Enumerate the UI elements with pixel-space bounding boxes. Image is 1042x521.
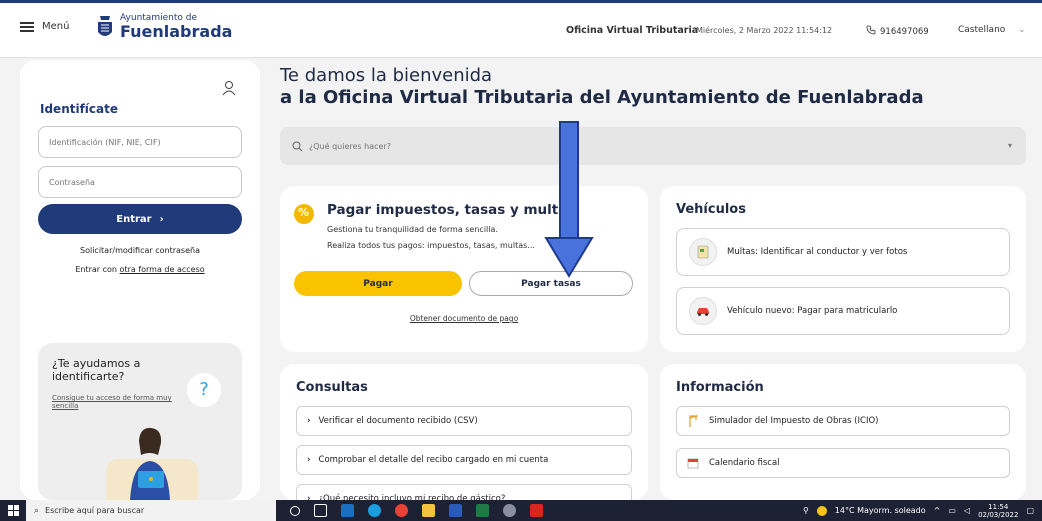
help-card: ¿Te ayudamos a identificarte? Consigue t… [38, 343, 242, 500]
outlook-icon[interactable] [341, 504, 354, 517]
vehicle-new-item[interactable]: Vehículo nuevo: Pagar para matricularlo [676, 287, 1010, 335]
info-item[interactable]: Simulador del Impuesto de Obras (ICIO) [676, 406, 1010, 436]
vehicles-title: Vehículos [676, 202, 746, 217]
id-input[interactable] [38, 126, 242, 158]
login-title: Identifícate [40, 102, 119, 116]
windows-taskbar: ⌕ Escribe aquí para buscar ⚲ 14°C Mayorm… [0, 500, 1042, 521]
calendar-icon [687, 458, 699, 469]
chevron-down-icon: ⌄ [1018, 25, 1026, 35]
search-icon [292, 141, 303, 151]
weather-icon [816, 505, 827, 516]
clock-date: 02/03/2022 [978, 510, 1019, 519]
people-icon[interactable]: ⚲ [803, 506, 809, 515]
enter-button[interactable]: Entrar › [38, 204, 242, 234]
hamburger-icon [20, 21, 34, 32]
consulta-label: Comprobar el detalle del recibo cargado … [318, 455, 549, 465]
header-datetime: Miércoles, 2 Marzo 2022 11:54:12 [696, 26, 833, 35]
consulta-item[interactable]: › Comprobar el detalle del recibo cargado… [296, 445, 632, 475]
welcome-line-1: Te damos la bienvenida [280, 65, 493, 86]
search-input[interactable] [309, 141, 909, 151]
vehicles-card: Vehículos Multas: Identificar al conduct… [660, 186, 1026, 352]
taskbar-search-placeholder: Escribe aquí para buscar [45, 506, 145, 515]
consulta-item[interactable]: › Verificar el documento recibido (CSV) [296, 406, 632, 436]
taskbar-clock[interactable]: 11:54 02/03/2022 [978, 503, 1018, 519]
help-link[interactable]: Consigue tu acceso de forma muy sencilla [52, 394, 172, 410]
enter-label: Entrar [116, 213, 152, 225]
chevron-right-icon: › [307, 455, 311, 465]
chevron-right-icon: › [159, 213, 164, 225]
other-access-prefix: Entrar con [75, 265, 120, 274]
consultas-title: Consultas [296, 380, 368, 395]
pay-button[interactable]: Pagar [294, 271, 462, 296]
language-selector[interactable]: Castellano ⌄ [958, 25, 1026, 35]
phone-icon [866, 25, 876, 35]
file-explorer-icon[interactable] [422, 504, 435, 517]
taskbar-search[interactable]: ⌕ Escribe aquí para buscar [26, 500, 276, 521]
word-icon[interactable] [449, 504, 462, 517]
pay-description-2: Realiza todos tus pagos: impuestos, tasa… [327, 241, 535, 250]
car-icon [689, 297, 717, 325]
network-icon[interactable]: ▭ [948, 506, 956, 515]
annotation-arrow-icon [544, 121, 594, 278]
weather-text[interactable]: 14°C Mayorm. soleado [835, 506, 926, 515]
chrome-icon[interactable] [395, 504, 408, 517]
menu-label: Menú [42, 21, 70, 32]
crane-icon [689, 415, 698, 427]
search-bar[interactable]: ▾ [280, 127, 1026, 165]
office-title: Oficina Virtual Tributaria [566, 25, 699, 36]
site-logo[interactable]: Ayuntamiento de Fuenlabrada [96, 13, 232, 41]
help-title: ¿Te ayudamos a identificarte? [52, 357, 141, 383]
phone-link[interactable]: 916497069 [866, 25, 929, 37]
acrobat-icon[interactable] [530, 504, 543, 517]
informacion-title: Información [676, 380, 764, 395]
other-access-row: Entrar con otra forma de acceso [20, 265, 260, 274]
task-view-icon[interactable] [314, 504, 327, 517]
info-item[interactable]: Calendario fiscal [676, 448, 1010, 478]
logo-title: Fuenlabrada [120, 22, 233, 41]
taskbar-apps [290, 504, 543, 517]
excel-icon[interactable] [476, 504, 489, 517]
windows-start-icon[interactable] [0, 500, 26, 521]
pay-description-1: Gestiona tu tranquilidad de forma sencil… [327, 225, 498, 234]
info-label: Simulador del Impuesto de Obras (ICIO) [709, 416, 879, 426]
search-icon: ⌕ [34, 505, 40, 516]
clock-time: 11:54 [988, 502, 1009, 511]
vehicle-item-label: Vehículo nuevo: Pagar para matricularlo [727, 306, 898, 316]
consulta-label: Verificar el documento recibido (CSV) [318, 416, 478, 426]
chevron-down-icon[interactable]: ▾ [1008, 141, 1012, 150]
discount-icon [294, 204, 314, 224]
phone-number: 916497069 [880, 27, 929, 37]
language-label: Castellano [958, 25, 1006, 35]
other-access-link[interactable]: otra forma de acceso [120, 265, 205, 274]
cortana-icon[interactable] [290, 505, 300, 516]
welcome-line-2: a la Oficina Virtual Tributaria del Ayun… [280, 87, 924, 108]
volume-icon[interactable]: ◁ [964, 506, 970, 515]
request-password-link[interactable]: Solicitar/modificar contraseña [20, 246, 260, 255]
consultas-card: Consultas › Verificar el documento recibi… [280, 364, 648, 514]
pay-title: Pagar impuestos, tasas y multas [327, 202, 576, 218]
tray-chevron-icon[interactable]: ^ [934, 506, 941, 515]
help-question-button[interactable]: ? [187, 373, 221, 407]
person-laptop-illustration [106, 427, 198, 500]
top-header: Menú Ayuntamiento de Fuenlabrada Oficina… [0, 0, 1042, 58]
chevron-right-icon: › [307, 416, 311, 426]
info-label: Calendario fiscal [709, 458, 780, 468]
payment-document-link[interactable]: Obtener documento de pago [280, 314, 648, 323]
document-icon [689, 238, 717, 266]
system-tray: ⚲ 14°C Mayorm. soleado ^ ▭ ◁ 11:54 02/03… [803, 500, 1034, 521]
vehicle-item-label: Multas: Identificar al conductor y ver f… [727, 247, 908, 257]
app-icon[interactable] [503, 504, 516, 517]
edge-icon[interactable] [368, 504, 381, 517]
password-input[interactable] [38, 166, 242, 198]
informacion-card: Información Simulador del Impuesto de Ob… [660, 364, 1026, 500]
vehicle-fines-item[interactable]: Multas: Identificar al conductor y ver f… [676, 228, 1010, 276]
notifications-icon[interactable]: ▢ [1026, 506, 1034, 515]
user-icon[interactable] [222, 80, 236, 96]
coat-of-arms-icon [98, 16, 112, 36]
menu-button[interactable]: Menú [20, 21, 69, 32]
